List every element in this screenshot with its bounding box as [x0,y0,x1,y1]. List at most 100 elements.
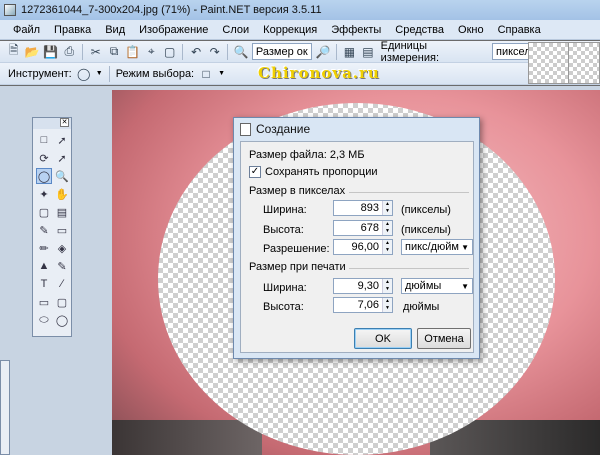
menu-edit[interactable]: Правка [47,24,98,36]
eraser-icon[interactable]: ▭ [54,222,70,238]
cancel-button[interactable]: Отмена [417,328,471,349]
print-width-label: Ширина: [263,282,307,294]
pixel-size-group-label: Размер в пикселах [249,185,346,197]
menu-adjustments[interactable]: Коррекция [256,24,324,36]
zoom-in-icon[interactable]: 🔎 [315,44,331,60]
undo-icon[interactable]: ↶ [188,44,204,60]
print-height-value: 7,06 [357,299,379,311]
move-selection-icon[interactable]: ➚ [54,132,70,148]
move-selected-icon[interactable]: ➚ [54,150,70,166]
new-file-icon[interactable]: 🗎 [6,43,22,60]
rounded-rectangle-icon[interactable]: ▢ [54,294,70,310]
save-icon[interactable]: 💾 [43,44,59,60]
pixel-width-stepper[interactable]: 893 ▲ ▼ [333,200,393,216]
print-height-unit: дюймы [403,301,440,313]
redo-icon[interactable]: ↷ [207,44,223,60]
paintbrush-icon[interactable]: ✎ [36,222,52,238]
spinner-arrows[interactable]: ▲ ▼ [382,240,392,254]
document-icon [240,122,251,136]
selection-mode-label: Режим выбора: [115,67,195,80]
units-label: Единицы измерения: [380,39,440,64]
grid-icon[interactable]: ▦ [342,44,358,60]
print-width-stepper[interactable]: 9,30 ▲ ▼ [333,278,393,294]
rectangle-select-icon[interactable]: □ [36,132,52,148]
deselect-icon[interactable]: ▢ [162,44,178,60]
resolution-unit-dropdown[interactable]: пикс/дюйм ▼ [401,239,473,255]
menu-image[interactable]: Изображение [132,24,215,36]
recolor-icon[interactable]: ▲ [36,258,52,274]
spinner-arrows[interactable]: ▲ ▼ [382,298,392,312]
magic-wand-icon[interactable]: ✦ [36,186,52,202]
pan-icon[interactable]: ✋ [54,186,70,202]
file-size-label: Размер файла: 2,3 МБ [249,149,365,161]
color-picker-icon[interactable]: ✎ [54,258,70,274]
spinner-arrows[interactable]: ▲ ▼ [382,201,392,215]
zoom-icon[interactable]: 🔍 [233,44,249,60]
chevron-down-icon: ▼ [461,242,469,252]
menu-tools[interactable]: Средства [388,24,451,36]
clone-stamp-icon[interactable]: ◈ [54,240,70,256]
tools-window: ✕ □ ➚ ⟳ ➚ ◯ 🔍 ✦ ✋ ▢ ▤ ✎ ▭ ✏ ◈ ▲ ✎ T ∕ ▭ … [32,117,72,337]
menu-effects[interactable]: Эффекты [324,24,388,36]
print-width-value: 9,30 [357,280,379,292]
keep-proportions-row[interactable]: ✓ Сохранять пропорции [249,166,378,178]
toolbar-separator [182,43,184,60]
tool-grid: □ ➚ ⟳ ➚ ◯ 🔍 ✦ ✋ ▢ ▤ ✎ ▭ ✏ ◈ ▲ ✎ T ∕ ▭ ▢ … [33,129,71,331]
print-height-stepper[interactable]: 7,06 ▲ ▼ [333,297,393,313]
keep-proportions-checkbox[interactable]: ✓ [249,166,261,178]
line-icon[interactable]: ∕ [54,276,70,292]
copy-icon[interactable]: ⧉ [106,44,122,60]
rectangle-icon[interactable]: ▭ [36,294,52,310]
ok-button-label: OK [375,332,391,345]
menu-help[interactable]: Справка [491,24,548,36]
tool-label: Инструмент: [8,67,72,80]
pixel-height-stepper[interactable]: 678 ▲ ▼ [333,220,393,236]
lasso-icon[interactable]: ⟳ [36,150,52,166]
paint-bucket-icon[interactable]: ▢ [36,204,52,220]
open-folder-icon[interactable]: 📂 [25,44,41,60]
tools-window-header: ✕ [33,118,71,129]
ruler-icon[interactable]: ▤ [360,44,376,60]
ellipse-select-tool-icon[interactable]: ◯ [76,66,92,82]
ellipse-select-icon[interactable]: ◯ [36,168,52,184]
zoom-dropdown[interactable]: Размер ок [251,43,313,60]
pixel-height-label: Высота: [263,224,304,236]
chevron-down-icon: ▼ [461,281,469,291]
resolution-stepper[interactable]: 96,00 ▲ ▼ [333,239,393,255]
menu-file[interactable]: Файл [6,24,47,36]
chevron-down-icon[interactable]: ▼ [218,70,225,77]
spinner-arrows[interactable]: ▲ ▼ [382,221,392,235]
pixel-height-value: 678 [360,222,379,234]
window-title: 1272361044_7-300x204.jpg (71%) - Paint.N… [21,4,322,16]
cut-icon[interactable]: ✂ [88,44,104,60]
print-icon[interactable]: ⎙ [62,44,78,60]
chevron-down-icon[interactable]: ▼ [96,70,103,77]
gradient-icon[interactable]: ▤ [54,204,70,220]
selection-mode-icon[interactable]: □ [198,66,214,82]
title-bar: 1272361044_7-300x204.jpg (71%) - Paint.N… [0,0,600,20]
menu-window[interactable]: Окно [451,24,491,36]
image-thumbnail[interactable] [568,42,600,84]
close-icon[interactable]: ✕ [60,118,69,127]
print-unit-value: дюймы [405,280,442,292]
resolution-label: Разрешение: [263,243,330,255]
main-toolbar: 🗎 📂 💾 ⎙ ✂ ⧉ 📋 ⌖ ▢ ↶ ↷ 🔍 Размер ок 🔎 ▦ ▤ … [0,39,600,64]
spinner-arrows[interactable]: ▲ ▼ [382,279,392,293]
paste-icon[interactable]: 📋 [125,44,141,60]
menu-layers[interactable]: Слои [215,24,256,36]
pencil-icon[interactable]: ✏ [36,240,52,256]
menu-view[interactable]: Вид [98,24,132,36]
print-unit-dropdown[interactable]: дюймы ▼ [401,278,473,294]
keep-proportions-label: Сохранять пропорции [265,166,378,178]
image-region [112,420,262,455]
ellipse-icon[interactable]: ⬭ [36,312,52,328]
print-size-group-label: Размер при печати [249,261,346,273]
watermark: Chironova.ru [258,64,380,82]
crop-icon[interactable]: ⌖ [143,44,159,60]
ok-button[interactable]: OK [354,328,412,349]
pixel-width-label: Ширина: [263,204,307,216]
freeform-shape-icon[interactable]: ◯ [54,312,70,328]
resolution-unit-value: пикс/дюйм [405,241,459,253]
text-icon[interactable]: T [36,276,52,292]
zoom-tool-icon[interactable]: 🔍 [54,168,70,184]
